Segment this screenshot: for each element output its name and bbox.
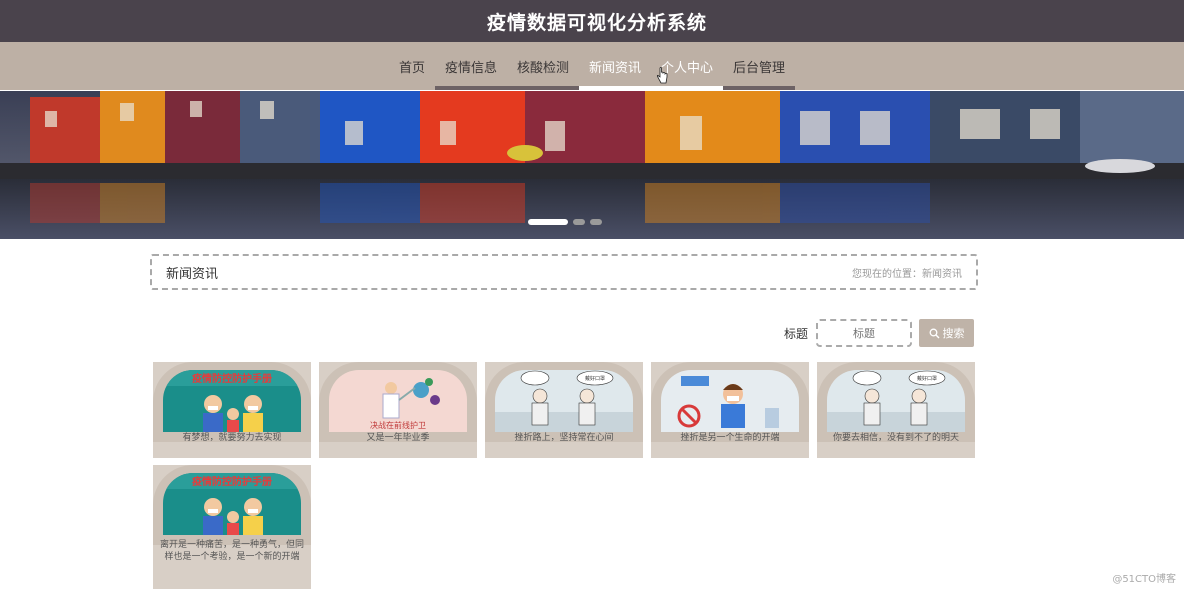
search-button-label: 搜索: [942, 327, 965, 340]
nav-item-label: 首页: [398, 60, 425, 76]
news-caption: 挫折路上，坚持常在心间: [514, 433, 614, 443]
poster-text: 疫情防控防护手册: [192, 372, 272, 385]
nav-item-admin[interactable]: 后台管理: [723, 42, 796, 90]
section-title: 新闻资讯: [166, 266, 219, 282]
nav-item-epidemic-info[interactable]: 疫情信息: [434, 42, 507, 90]
news-caption: 离开是一种痛苦，是一种勇气，但同样也是一个考验，是一个新的开端: [159, 540, 304, 562]
nav-item-nucleic-test[interactable]: 核酸检测: [506, 42, 579, 90]
carousel-dot[interactable]: [573, 219, 585, 225]
search-input[interactable]: [816, 319, 913, 347]
family-mask-poster-image: 疫情防控防护手册: [163, 370, 301, 432]
poster-text: 戴好口罩: [585, 375, 605, 382]
news-card[interactable]: 疫情防控防护手册 有梦想，就要努力去实现: [153, 362, 311, 458]
poster-text: 疫情防控防护手册: [192, 475, 272, 488]
hand-cursor-icon: [656, 67, 668, 84]
search-bar: 标题 搜索: [784, 319, 975, 347]
news-caption: 挫折是另一个生命的开端: [680, 433, 780, 443]
nav-item-label: 个人中心: [661, 60, 714, 76]
current-location: 您现在的位置：新闻资讯: [852, 268, 962, 280]
doctor-fighting-virus-image: 决战在前线护卫: [329, 370, 467, 432]
poster-text: 决战在前线护卫: [370, 420, 426, 430]
nav-item-news[interactable]: 新闻资讯: [579, 42, 652, 90]
search-icon: [929, 328, 940, 338]
man-with-mask-comic-image: [661, 370, 799, 432]
nav-item-label: 后台管理: [733, 60, 786, 76]
carousel-indicators: [528, 219, 602, 225]
news-caption: 又是一年毕业季: [366, 433, 430, 443]
news-caption: 你要去相信，没有到不了的明天: [832, 433, 959, 443]
search-label: 标题: [784, 326, 809, 341]
news-card[interactable]: 决战在前线护卫 又是一年毕业季: [319, 362, 477, 458]
main-nav: 首页 疫情信息 核酸检测 新闻资讯 个人中心 后台管理: [0, 42, 1184, 90]
nav-item-home[interactable]: 首页: [389, 42, 435, 90]
hero-carousel[interactable]: [0, 91, 1184, 239]
news-caption: 有梦想，就要努力去实现: [182, 433, 282, 443]
poster-text: 戴好口罩: [917, 375, 937, 382]
nav-item-label: 新闻资讯: [589, 60, 642, 76]
elderly-couple-comic-image: 戴好口罩: [827, 370, 965, 432]
breadcrumb: 新闻资讯 您现在的位置：新闻资讯: [150, 254, 978, 290]
carousel-dot[interactable]: [528, 219, 568, 225]
news-card[interactable]: 戴好口罩 你要去相信，没有到不了的明天: [817, 362, 975, 458]
family-mask-poster-image: 疫情防控防护手册: [163, 473, 301, 535]
news-card[interactable]: 挫折是另一个生命的开端: [651, 362, 809, 458]
carousel-dot[interactable]: [590, 219, 602, 225]
app-header: 疫情数据可视化分析系统: [0, 0, 1184, 42]
news-card[interactable]: 戴好口罩 挫折路上，坚持常在心间: [485, 362, 643, 458]
nav-item-label: 疫情信息: [444, 60, 497, 76]
news-card[interactable]: 疫情防控防护手册 离开是一种痛苦，是一种勇气，但同样也是一个考验，是一个新的开端: [153, 465, 311, 589]
nav-item-label: 核酸检测: [516, 60, 569, 76]
app-title: 疫情数据可视化分析系统: [486, 11, 707, 34]
elderly-couple-comic-image: 戴好口罩: [495, 370, 633, 432]
watermark: @51CTO博客: [1112, 574, 1176, 585]
carousel-image: [0, 91, 1184, 239]
search-button[interactable]: 搜索: [919, 319, 975, 347]
